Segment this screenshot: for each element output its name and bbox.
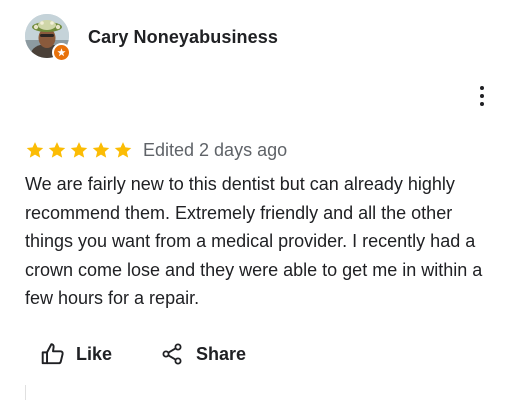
like-button[interactable]: Like	[40, 341, 112, 367]
review-card: Cary Noneyabusiness Edited 2 days ago We…	[0, 0, 516, 400]
review-text: We are fairly new to this dentist but ca…	[25, 174, 483, 308]
star-icon	[47, 140, 67, 160]
more-vert-icon-dot	[480, 102, 484, 106]
share-icon	[160, 342, 184, 366]
review-actions: Like Share	[40, 340, 246, 368]
more-vert-icon	[480, 86, 484, 90]
star-icon	[25, 140, 45, 160]
edited-date: Edited 2 days ago	[143, 139, 288, 160]
reviewer-avatar-wrap[interactable]	[25, 14, 71, 62]
share-button[interactable]: Share	[160, 342, 246, 366]
star-icon	[91, 140, 111, 160]
local-guide-badge	[52, 43, 71, 62]
star-icon	[69, 140, 89, 160]
local-guide-star-icon	[57, 48, 66, 57]
reviewer-name[interactable]: Cary Noneyabusiness	[88, 27, 278, 48]
star-rating	[25, 140, 133, 160]
share-label: Share	[196, 343, 247, 364]
thumb-up-icon	[40, 341, 66, 367]
divider	[25, 385, 26, 400]
more-options-button[interactable]	[470, 84, 494, 108]
more-vert-icon-dot	[480, 94, 484, 98]
rating-row: Edited 2 days ago	[25, 139, 287, 161]
star-icon	[113, 140, 133, 160]
like-label: Like	[76, 343, 113, 364]
